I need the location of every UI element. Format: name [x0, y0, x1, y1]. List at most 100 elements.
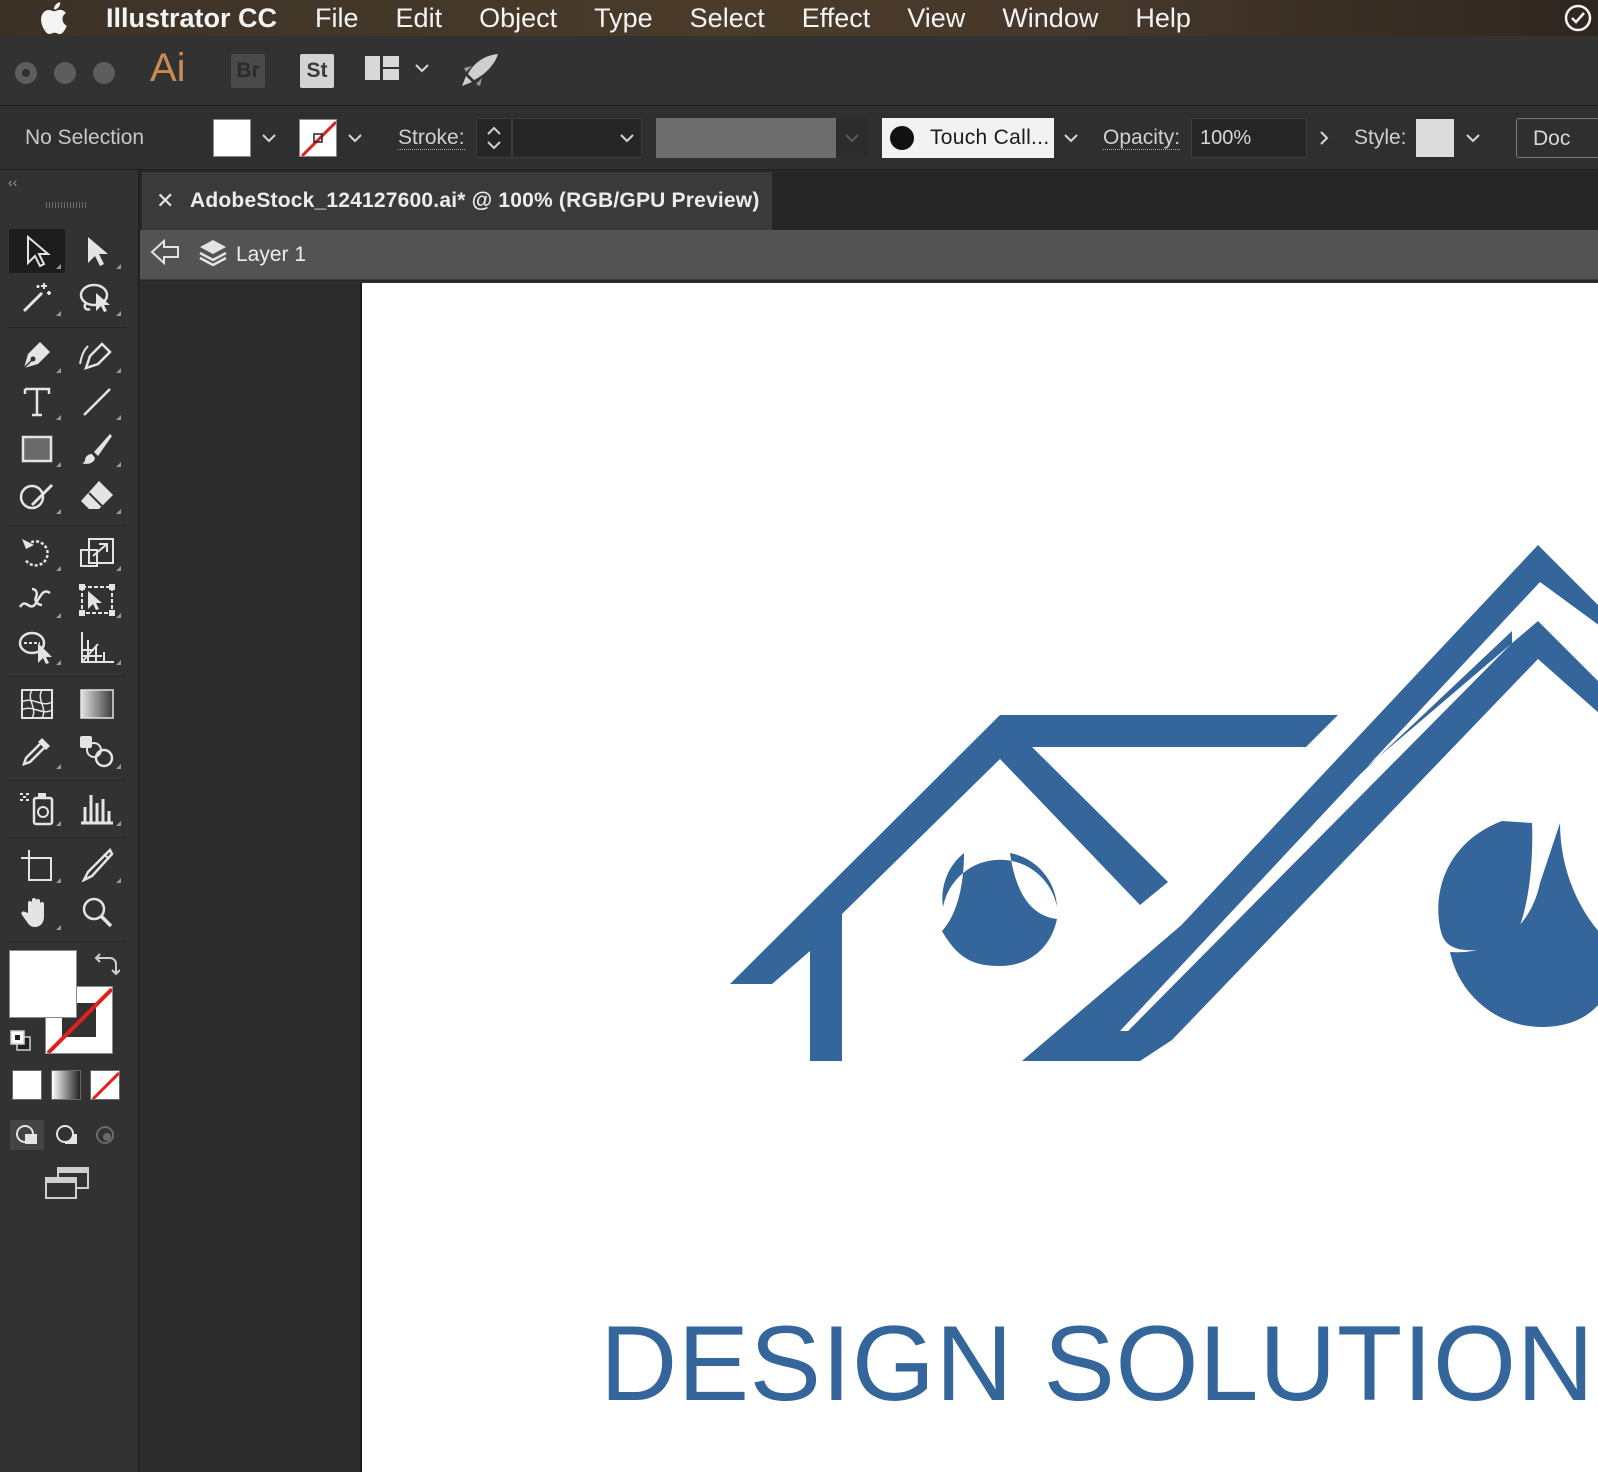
zoom-magnifier-icon [82, 897, 113, 928]
none-slash-icon [91, 1071, 119, 1099]
chevron-up-icon [487, 126, 501, 135]
panel-grip-handle[interactable] [46, 202, 86, 208]
type-tool[interactable] [9, 380, 65, 424]
stroke-weight-dropdown-button[interactable] [612, 118, 642, 158]
rectangle-tool[interactable] [9, 427, 65, 471]
checkmark-shield-icon[interactable] [1564, 4, 1592, 32]
menu-edit[interactable]: Edit [396, 3, 443, 34]
graphic-style-dropdown-button[interactable] [1458, 119, 1488, 157]
document-setup-button[interactable]: Doc [1516, 118, 1598, 158]
perspective-grid-tool[interactable] [69, 625, 125, 669]
curvature-tool[interactable] [69, 333, 125, 377]
magic-wand-icon [22, 283, 51, 313]
fill-color-swatch[interactable] [213, 119, 251, 157]
blend-tool[interactable] [69, 729, 125, 773]
column-graph-tool[interactable] [69, 786, 125, 830]
mesh-tool[interactable] [9, 682, 65, 726]
line-segment-tool[interactable] [69, 380, 125, 424]
gpu-performance-rocket-icon[interactable] [460, 52, 500, 93]
gradient-mode-button[interactable] [51, 1070, 81, 1100]
menu-file[interactable]: File [315, 3, 359, 34]
artboard-canvas[interactable]: DESIGN SOLUTION [360, 283, 1598, 1472]
app-name-menu[interactable]: Illustrator CC [106, 3, 277, 34]
menu-effect[interactable]: Effect [802, 3, 871, 34]
paintbrush-tool[interactable] [69, 427, 125, 471]
back-arrow-icon[interactable] [150, 238, 180, 270]
scale-tool[interactable] [69, 531, 125, 575]
collapse-panel-icon[interactable]: ‹‹ [8, 174, 17, 190]
brand-name-text[interactable]: DESIGN SOLUTION [600, 1301, 1594, 1425]
gradient-icon [80, 689, 114, 719]
eyedropper-tool[interactable] [9, 729, 65, 773]
tool-separator [8, 676, 126, 677]
lasso-icon [79, 283, 110, 312]
hand-tool[interactable] [9, 890, 65, 934]
swap-fill-stroke-icon[interactable] [94, 952, 121, 983]
free-transform-tool[interactable] [69, 578, 125, 622]
stroke-weight-stepper[interactable] [476, 118, 512, 158]
lasso-tool[interactable] [69, 276, 125, 320]
stroke-label[interactable]: Stroke: [398, 126, 465, 151]
window-zoom-button[interactable] [93, 62, 115, 84]
tool-separator [8, 941, 126, 942]
fill-dropdown-button[interactable] [254, 119, 284, 157]
chevron-right-icon [1320, 131, 1329, 145]
house-roof-logo[interactable] [362, 283, 1598, 1472]
zoom-tool[interactable] [69, 890, 125, 934]
draw-inside-button[interactable] [88, 1120, 122, 1150]
default-fill-stroke-icon[interactable] [10, 1030, 32, 1057]
window-minimize-button[interactable] [54, 62, 76, 84]
variable-width-profile-select[interactable] [656, 118, 836, 158]
window-close-button[interactable] [15, 62, 37, 84]
document-tab[interactable]: ✕ AdobeStock_124127600.ai* @ 100% (RGB/G… [142, 172, 772, 230]
graphic-style-swatch[interactable] [1416, 119, 1454, 157]
chevron-down-icon [1466, 134, 1480, 143]
selection-tool[interactable] [9, 229, 65, 273]
bridge-button[interactable]: Br [231, 54, 265, 88]
warp-icon [18, 587, 51, 608]
close-tab-icon[interactable]: ✕ [156, 188, 174, 214]
arrange-documents-button[interactable] [364, 55, 430, 81]
change-screen-mode-icon[interactable] [44, 1166, 90, 1205]
shape-builder-tool[interactable] [9, 625, 65, 669]
artboard-tool[interactable] [9, 843, 65, 887]
chevron-down-icon [620, 134, 634, 143]
slice-tool[interactable] [69, 843, 125, 887]
symbol-sprayer-tool[interactable] [9, 786, 65, 830]
stroke-dropdown-button[interactable] [340, 119, 370, 157]
shaper-tool[interactable] [9, 474, 65, 518]
brush-dropdown-button[interactable] [1056, 119, 1086, 157]
variable-width-dropdown-button[interactable] [836, 118, 868, 158]
macos-menubar: Illustrator CC File Edit Object Type Sel… [0, 0, 1598, 36]
menu-window[interactable]: Window [1002, 3, 1098, 34]
mesh-icon [21, 689, 53, 719]
menu-view[interactable]: View [907, 3, 965, 34]
menu-select[interactable]: Select [690, 3, 765, 34]
control-bar: No Selection Stroke: Touch Call... Opaci… [0, 106, 1598, 170]
none-mode-button[interactable] [90, 1070, 120, 1100]
stroke-color-swatch[interactable] [299, 119, 337, 157]
direct-selection-tool[interactable] [69, 229, 125, 273]
warp-tool[interactable] [9, 578, 65, 622]
gradient-tool[interactable] [69, 682, 125, 726]
menu-object[interactable]: Object [479, 3, 557, 34]
eraser-tool[interactable] [69, 474, 125, 518]
apple-menu-icon[interactable] [38, 1, 78, 35]
magic-wand-tool[interactable] [9, 276, 65, 320]
stock-button[interactable]: St [300, 54, 334, 88]
menu-type[interactable]: Type [594, 3, 653, 34]
menu-help[interactable]: Help [1135, 3, 1191, 34]
opacity-label[interactable]: Opacity: [1103, 126, 1181, 151]
brush-definition-value: Touch Call... [930, 126, 1050, 149]
isolated-layer-label[interactable]: Layer 1 [236, 243, 306, 267]
pen-tool[interactable] [9, 333, 65, 377]
opacity-input[interactable]: 100% [1191, 118, 1307, 158]
fill-color-box[interactable] [9, 950, 77, 1018]
color-mode-button[interactable] [12, 1070, 42, 1100]
brush-definition-select[interactable]: Touch Call... [882, 118, 1054, 158]
opacity-slider-button[interactable] [1310, 118, 1338, 158]
rotate-tool[interactable] [9, 531, 65, 575]
draw-behind-button[interactable] [50, 1120, 84, 1150]
draw-normal-button[interactable] [10, 1120, 44, 1150]
column-graph-icon [81, 795, 113, 825]
